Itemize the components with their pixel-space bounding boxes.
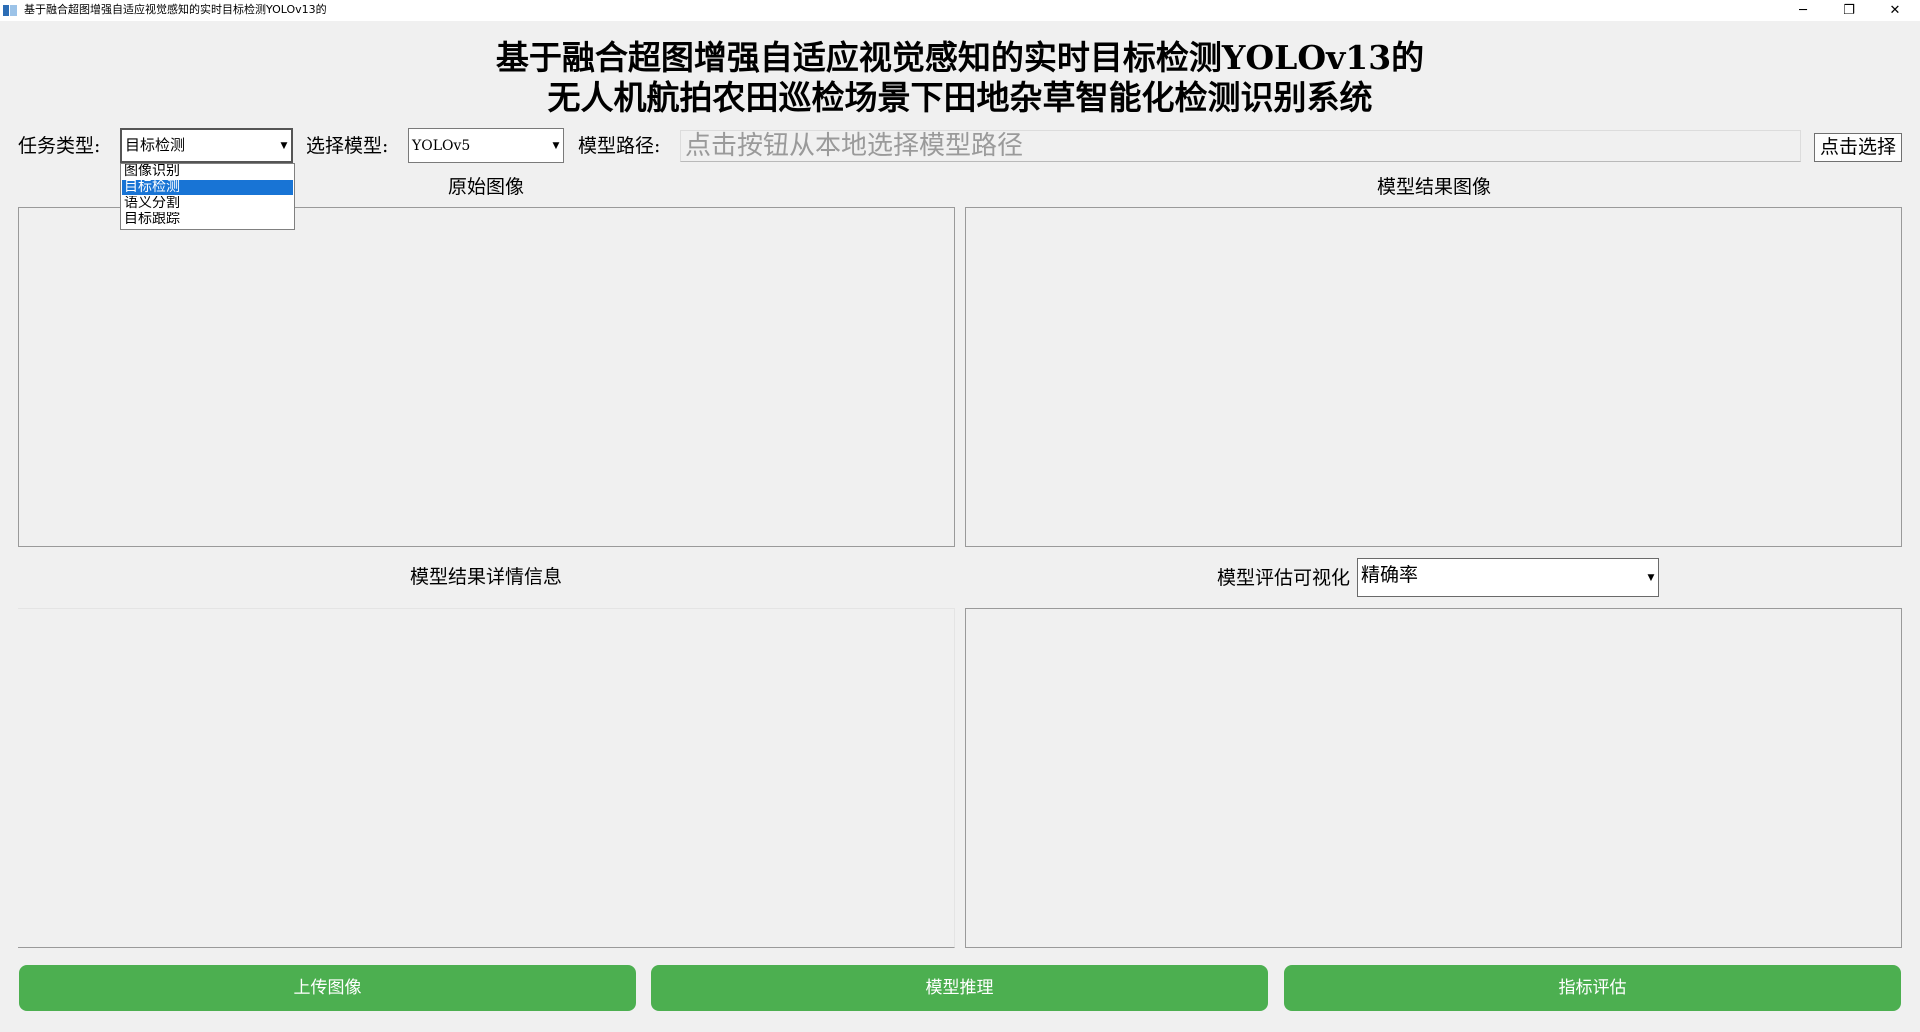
metric-evaluation-button[interactable]: 指标评估 [1284,965,1901,1011]
select-model-path-button[interactable]: 点击选择 [1814,133,1902,162]
model-select[interactable]: YOLOv5 ▼ [408,128,564,163]
model-select-value: YOLOv5 [412,138,471,154]
eval-visualization-label: 模型评估可视化 [1216,567,1350,589]
original-image-panel [18,207,955,547]
page-title-line2: 无人机航拍农田巡检场景下田地杂草智能化检测识别系统 [547,78,1373,117]
maximize-button[interactable]: ❐ [1832,0,1866,21]
task-option[interactable]: 目标跟踪 [122,212,293,227]
result-image-heading: 模型结果图像 [1376,176,1491,198]
result-details-heading: 模型结果详情信息 [409,566,562,588]
result-details-textarea[interactable] [18,608,955,948]
chevron-down-icon[interactable]: ▼ [277,130,291,161]
page-title-line1: 基于融合超图增强自适应视觉感知的实时目标检测YOLOv13的 [495,38,1425,77]
model-inference-button[interactable]: 模型推理 [651,965,1268,1011]
task-type-select[interactable]: 目标检测 ▼ [120,128,293,163]
task-type-value: 目标检测 [125,136,186,154]
task-type-label: 任务类型: [18,135,101,157]
eval-metric-value: 精确率 [1361,564,1419,586]
model-path-input[interactable] [680,130,1801,162]
upload-image-button[interactable]: 上传图像 [19,965,636,1011]
task-option[interactable]: 语义分割 [122,196,293,211]
task-option[interactable]: 图像识别 [122,164,293,179]
eval-metric-select[interactable]: 精确率 ▼ [1357,558,1659,597]
model-select-label: 选择模型: [306,135,389,157]
task-type-dropdown-list: 图像识别 目标检测 语义分割 目标跟踪 [120,163,295,230]
chevron-down-icon[interactable]: ▼ [549,129,563,162]
close-button[interactable]: ✕ [1878,0,1912,21]
minimize-button[interactable]: ─ [1786,0,1820,21]
model-path-label: 模型路径: [578,135,661,157]
task-option-selected[interactable]: 目标检测 [122,180,293,195]
eval-visualization-panel [965,608,1902,948]
result-image-panel [965,207,1902,547]
chevron-down-icon[interactable]: ▼ [1644,559,1658,596]
window-title: 基于融合超图增强自适应视觉感知的实时目标检测YOLOv13的 [24,3,327,16]
app-window-icon [3,5,17,16]
